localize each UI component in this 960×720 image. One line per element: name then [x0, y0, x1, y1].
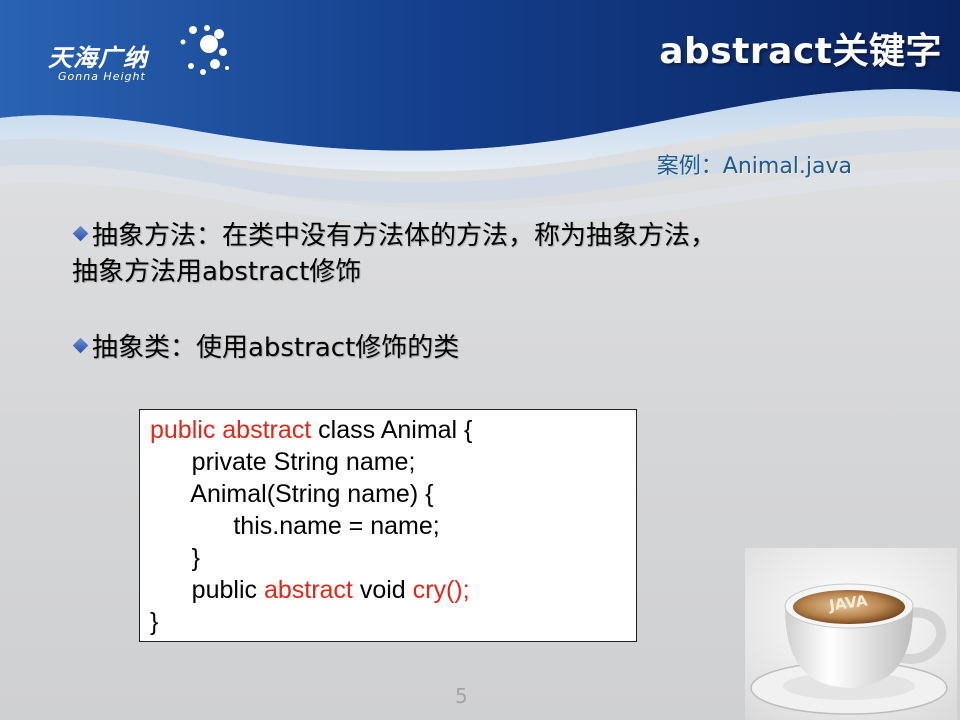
code-text: public — [150, 576, 264, 604]
bullet-text: 抽象类：使用abstract修饰的类 — [92, 333, 460, 363]
code-line: public abstract class Animal { — [150, 414, 626, 446]
code-text: class Animal { — [311, 416, 473, 444]
logo-subtitle: Gonna Height — [58, 70, 146, 83]
slide-title: abstract关键字 — [659, 31, 942, 72]
page-number: 5 — [455, 684, 468, 708]
code-line: public abstract void cry(); — [150, 574, 626, 606]
code-sample: public abstract class Animal { private S… — [139, 409, 637, 642]
code-line: this.name = name; — [150, 512, 440, 540]
coffee-cup-image: JAVA — [745, 548, 957, 720]
code-keyword: cry(); — [412, 576, 470, 604]
code-keyword: public — [150, 416, 216, 444]
bullet-abstract-method: 抽象方法：在类中没有方法体的方法，称为抽象方法， 抽象方法用abstract修饰 — [72, 218, 892, 290]
code-keyword: abstract — [222, 416, 312, 444]
logo-dots-icon — [180, 25, 229, 75]
code-text: void — [352, 576, 413, 604]
diamond-bullet-icon — [72, 337, 89, 354]
code-line: } — [150, 544, 201, 572]
diamond-bullet-icon — [72, 225, 89, 242]
bullet-text-continued: 抽象方法用abstract修饰 — [72, 257, 362, 287]
code-line: } — [150, 608, 159, 636]
slide: 天海广纳 Gonna Height abstract关键字 案例：Animal.… — [0, 0, 960, 720]
company-logo: 天海广纳 Gonna Height — [48, 22, 229, 92]
code-line: private String name; — [150, 448, 416, 476]
code-line: Animal(String name) { — [150, 480, 434, 508]
bullet-abstract-class: 抽象类：使用abstract修饰的类 — [72, 330, 892, 366]
bullet-text: 抽象方法：在类中没有方法体的方法，称为抽象方法， — [92, 221, 717, 251]
logo-name: 天海广纳 — [48, 44, 148, 72]
code-keyword: abstract — [263, 576, 353, 604]
case-label: 案例：Animal.java — [656, 154, 852, 179]
